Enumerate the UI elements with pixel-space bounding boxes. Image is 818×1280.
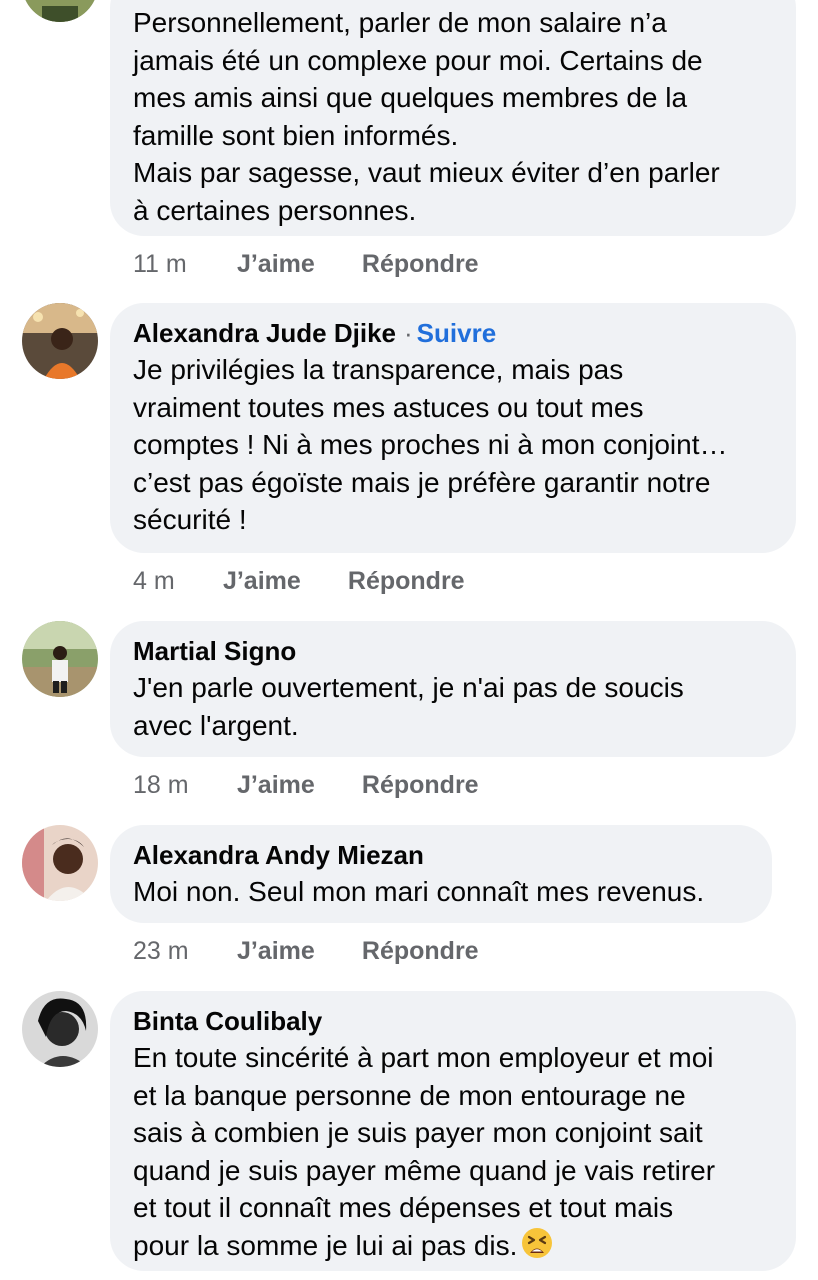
avatar[interactable]: [22, 621, 98, 697]
like-button[interactable]: J’aime: [223, 566, 341, 596]
avatar[interactable]: [22, 825, 98, 901]
comment-author[interactable]: Martial Signo: [133, 633, 772, 669]
reply-button[interactable]: Répondre: [362, 249, 479, 279]
comment-author[interactable]: Alexandra Andy Miezan: [133, 837, 748, 873]
comment-text: En toute sincérité à part mon employeur …: [133, 1042, 716, 1261]
comment-time: 11 m: [133, 250, 187, 278]
comment-actions: 11 m J’aime Répondre: [133, 249, 479, 279]
comment-text: Moi non. Seul mon mari connaît mes reven…: [133, 876, 705, 907]
tired-face-emoji: [521, 1227, 553, 1269]
reply-button[interactable]: Répondre: [348, 566, 465, 596]
comment-bubble: Alexandra Andy Miezan Moi non. Seul mon …: [110, 825, 772, 923]
comment-actions: 18 m J’aime Répondre: [133, 770, 479, 800]
comment-time: 18 m: [133, 771, 189, 799]
like-button[interactable]: J’aime: [237, 249, 355, 279]
comment-bubble: Personnellement, parler de mon salaire n…: [110, 0, 796, 236]
comment-text: Personnellement, parler de mon salaire n…: [133, 7, 720, 226]
comment-actions: 23 m J’aime Répondre: [133, 936, 479, 966]
comment-bubble: Martial Signo J'en parle ouvertement, je…: [110, 621, 796, 757]
avatar[interactable]: [22, 303, 98, 379]
comment-bubble: Binta Coulibaly En toute sincérité à par…: [110, 991, 796, 1271]
follow-button[interactable]: Suivre: [417, 318, 497, 348]
comment-time: 23 m: [133, 937, 189, 965]
like-button[interactable]: J’aime: [237, 770, 355, 800]
comment-author[interactable]: Binta Coulibaly: [133, 1003, 772, 1039]
comment-text: Je privilégies la transparence, mais pas…: [133, 354, 728, 535]
avatar[interactable]: [22, 0, 98, 22]
reply-button[interactable]: Répondre: [362, 936, 479, 966]
comment-bubble: Alexandra Jude Djike · Suivre Je privilégi…: [110, 303, 796, 553]
comment-actions: 4 m J’aime Répondre: [133, 566, 465, 596]
comment-author[interactable]: Alexandra Jude Djike: [133, 318, 396, 348]
comment-text: J'en parle ouvertement, je n'ai pas de s…: [133, 672, 684, 741]
separator-dot: ·: [404, 318, 413, 348]
like-button[interactable]: J’aime: [237, 936, 355, 966]
comment-time: 4 m: [133, 567, 175, 595]
avatar[interactable]: [22, 991, 98, 1067]
reply-button[interactable]: Répondre: [362, 770, 479, 800]
